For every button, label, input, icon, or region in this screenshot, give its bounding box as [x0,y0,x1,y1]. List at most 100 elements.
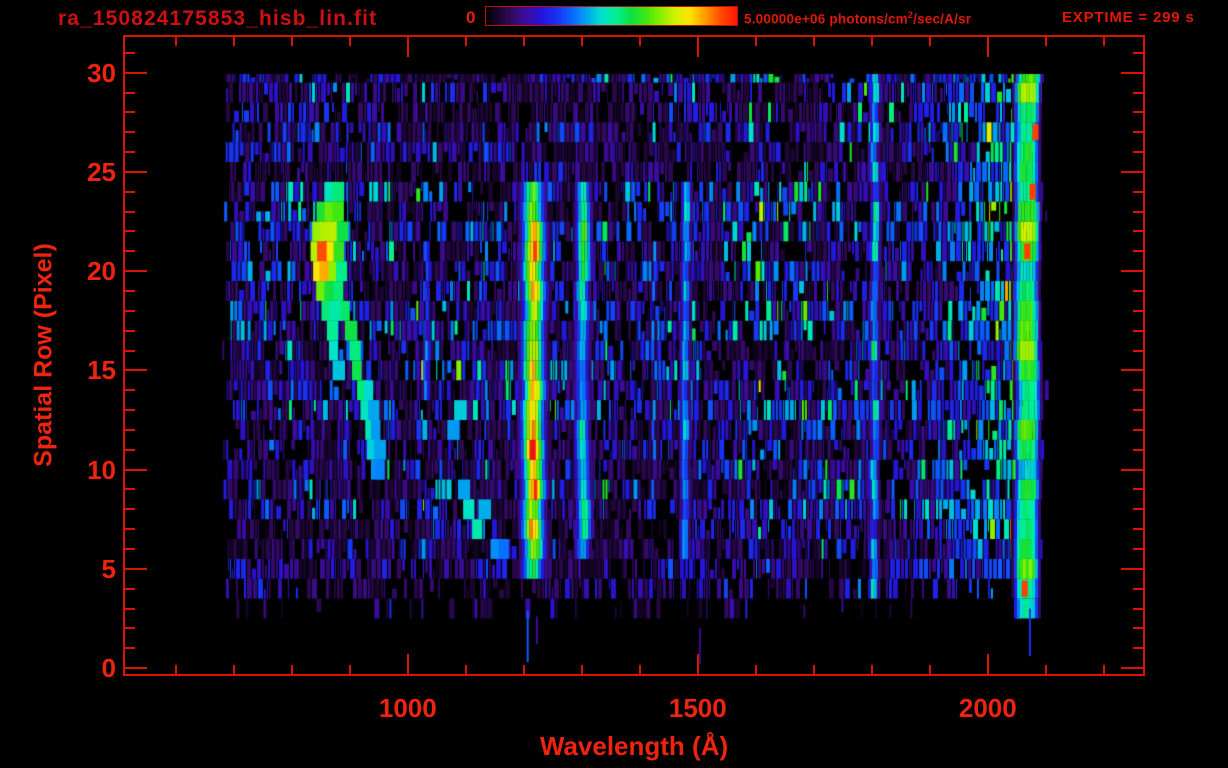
x-tick [349,665,351,674]
y-tick-label: 30 [30,58,116,88]
plot-border [123,35,1145,676]
x-tick [1045,665,1047,674]
y-tick [1133,647,1143,649]
y-tick [125,508,135,510]
y-tick [1121,270,1143,272]
y-tick [125,290,135,292]
y-tick [125,409,135,411]
y-tick [125,608,135,610]
y-tick [1133,627,1143,629]
plot-title: ra_150824175853_hisb_lin.fit [58,7,377,31]
y-tick [125,350,135,352]
x-tick [291,37,293,46]
colorbar-units-post: /sec/A/sr [913,12,971,27]
y-tick [125,488,135,490]
y-tick [125,151,135,153]
y-tick [125,449,135,451]
x-tick [581,37,583,46]
y-tick [125,250,135,252]
x-tick [871,665,873,674]
y-tick [125,389,135,391]
y-tick [125,171,147,173]
y-tick [125,270,147,272]
y-tick [125,131,135,133]
y-tick [1133,111,1143,113]
x-tick [755,37,757,46]
y-tick [125,111,135,113]
y-tick [1133,608,1143,610]
y-tick [1133,310,1143,312]
y-tick-label: 25 [30,157,116,187]
x-tick [233,665,235,674]
x-tick [407,654,409,674]
y-tick [125,52,135,54]
x-tick [639,665,641,674]
y-tick [1133,330,1143,332]
y-tick [125,528,135,530]
y-tick [125,230,135,232]
y-tick [1133,151,1143,153]
spectral-image-figure: ra_150824175853_hisb_lin.fit 0 5.00000e+… [0,0,1228,768]
exptime-label: EXPTIME = 299 s [1062,9,1194,26]
x-tick [697,37,699,57]
y-tick [125,548,135,550]
x-tick-label: 1500 [638,693,758,724]
y-tick [125,588,135,590]
y-tick [125,667,147,669]
colorbar-min-label: 0 [466,8,475,28]
x-tick [233,37,235,46]
y-tick [125,310,135,312]
y-tick-label: 0 [30,653,116,683]
x-tick [987,654,989,674]
y-tick [1121,469,1143,471]
x-tick [639,37,641,46]
x-tick [929,37,931,46]
x-tick [523,665,525,674]
x-tick [407,37,409,57]
y-axis-title: Spatial Row (Pixel) [30,243,59,467]
x-tick [697,654,699,674]
y-tick [1133,409,1143,411]
y-tick [1133,92,1143,94]
x-tick [813,37,815,46]
y-tick [125,191,135,193]
x-tick [1103,665,1105,674]
y-tick [1133,449,1143,451]
y-tick [1121,72,1143,74]
x-tick [1045,37,1047,46]
y-tick [125,469,147,471]
y-tick [1133,290,1143,292]
x-tick [755,665,757,674]
colorbar-units-pre: photons/cm [825,12,907,27]
y-tick [125,369,147,371]
y-tick [1133,350,1143,352]
x-tick [465,665,467,674]
y-tick [1133,131,1143,133]
y-tick [1133,429,1143,431]
x-tick [175,37,177,46]
y-tick [1133,52,1143,54]
y-tick [1121,667,1143,669]
x-tick [349,37,351,46]
y-tick [125,211,135,213]
y-tick [125,429,135,431]
y-tick [125,92,135,94]
y-tick [1121,369,1143,371]
y-tick [125,330,135,332]
y-tick [1133,250,1143,252]
y-tick [125,627,135,629]
y-tick [1133,211,1143,213]
x-tick [871,37,873,46]
y-tick [125,568,147,570]
y-tick [1133,488,1143,490]
y-tick [1133,508,1143,510]
x-tick [1103,37,1105,46]
y-tick [1133,389,1143,391]
y-tick [125,72,147,74]
x-tick-label: 1000 [348,693,468,724]
y-tick [125,647,135,649]
x-tick-label: 2000 [928,693,1048,724]
x-tick [465,37,467,46]
x-tick [581,665,583,674]
x-tick [929,665,931,674]
